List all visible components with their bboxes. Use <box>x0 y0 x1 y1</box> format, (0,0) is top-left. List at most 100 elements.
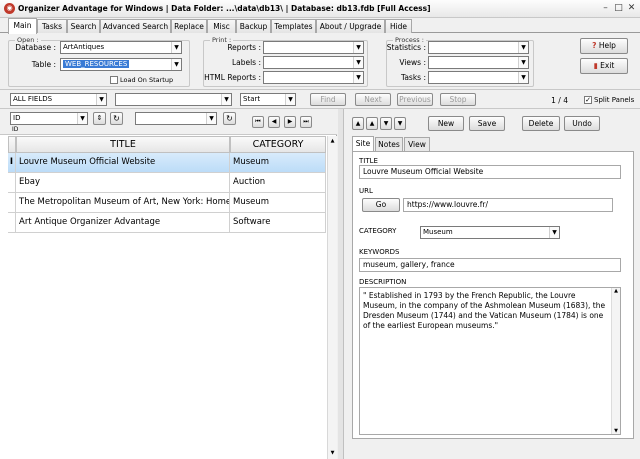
table-row[interactable]: I Louvre Museum Official Website Museum <box>8 153 326 173</box>
category-cell[interactable]: Software <box>230 213 326 233</box>
sort-sub-label: ID <box>12 126 19 133</box>
move-down-button[interactable]: ▼ <box>380 117 392 130</box>
category-cell[interactable]: Museum <box>230 193 326 213</box>
category-cell[interactable]: Museum <box>230 153 326 173</box>
keywords-field[interactable]: museum, gallery, france <box>359 258 621 272</box>
sort-order-button[interactable]: ⇕ <box>93 112 106 125</box>
move-last-button[interactable]: ▼ <box>394 117 406 130</box>
table-label: Table : <box>31 60 56 69</box>
url-field[interactable]: https://www.louvre.fr/ <box>403 198 613 212</box>
tab-tasks[interactable]: Tasks <box>37 19 67 33</box>
tab-site[interactable]: Site <box>352 136 374 151</box>
new-record-button[interactable]: New <box>428 116 464 131</box>
refresh-filter-button[interactable]: ↻ <box>223 112 236 125</box>
grid-scrollbar[interactable]: ▲ ▼ <box>327 136 337 459</box>
search-mode-select[interactable]: Start ▼ <box>240 93 296 106</box>
category-cell[interactable]: Auction <box>230 173 326 193</box>
category-select[interactable]: Museum ▼ <box>420 226 560 239</box>
search-bar: ALL FIELDS ▼ ▼ Start ▼ Find Next Previous … <box>0 91 640 109</box>
help-button[interactable]: ? Help <box>580 38 628 54</box>
refresh-sort-button[interactable]: ↻ <box>110 112 123 125</box>
title-bar: ◉ Organizer Advantage for Windows | Data… <box>0 0 640 18</box>
maximize-button[interactable]: □ <box>613 2 624 15</box>
previous-record-button[interactable]: ◀ <box>268 116 280 128</box>
split-panels-label: Split Panels <box>594 96 635 104</box>
tab-replace[interactable]: Replace <box>171 19 207 33</box>
delete-button[interactable]: Delete <box>522 116 560 131</box>
exit-button[interactable]: ▮ Exit <box>580 58 628 74</box>
first-record-button[interactable]: ⏮ <box>252 116 264 128</box>
filter-select[interactable]: ▼ <box>135 112 217 125</box>
scroll-up-icon[interactable]: ▲ <box>328 136 337 146</box>
chevron-down-icon: ▼ <box>549 227 559 238</box>
tab-main[interactable]: Main <box>8 18 37 34</box>
save-button[interactable]: Save <box>469 116 505 131</box>
last-record-button[interactable]: ⏭ <box>300 116 312 128</box>
arrow-down-icon: ▼ <box>383 120 389 127</box>
table-row[interactable]: Art Antique Organizer Advantage Software <box>8 213 326 233</box>
help-icon: ? <box>592 41 597 50</box>
next-record-button[interactable]: ▶ <box>284 116 296 128</box>
skip-first-icon: ⏮ <box>255 118 261 125</box>
close-button[interactable]: ✕ <box>626 2 637 15</box>
description-text: " Established in 1793 by the French Repu… <box>363 291 606 330</box>
scroll-down-icon[interactable]: ▼ <box>612 428 620 434</box>
scroll-up-icon[interactable]: ▲ <box>612 288 620 294</box>
tab-view[interactable]: View <box>404 137 430 151</box>
search-text-input[interactable]: ▼ <box>115 93 232 106</box>
chevron-down-icon: ▼ <box>353 57 363 68</box>
chevron-down-icon: ▼ <box>353 72 363 83</box>
title-cell[interactable]: Art Antique Organizer Advantage <box>16 213 230 233</box>
main-tab-bar: Main Tasks Search Advanced Search Replac… <box>0 18 640 34</box>
move-up-button[interactable]: ▲ <box>366 117 378 130</box>
table-row[interactable]: Ebay Auction <box>8 173 326 193</box>
title-cell[interactable]: Ebay <box>16 173 230 193</box>
tab-search[interactable]: Search <box>67 19 100 33</box>
load-on-startup-checkbox[interactable] <box>110 76 118 84</box>
tab-notes[interactable]: Notes <box>375 137 403 151</box>
title-column-header[interactable]: TITLE <box>16 136 230 153</box>
refresh-icon: ↻ <box>113 114 120 123</box>
tab-about-upgrade[interactable]: About / Upgrade <box>316 19 385 33</box>
title-cell[interactable]: The Metropolitan Museum of Art, New York… <box>16 193 230 213</box>
chevron-down-icon: ▼ <box>206 113 216 124</box>
tab-templates[interactable]: Templates <box>271 19 316 33</box>
search-field-select[interactable]: ALL FIELDS ▼ <box>10 93 107 106</box>
previous-button[interactable]: Previous <box>397 93 433 106</box>
database-select[interactable]: ArtAntiques ▼ <box>60 41 182 54</box>
description-scrollbar[interactable]: ▲ ▼ <box>611 288 620 434</box>
find-button[interactable]: Find <box>310 93 346 106</box>
tab-misc[interactable]: Misc <box>207 19 236 33</box>
description-textarea[interactable]: " Established in 1793 by the French Repu… <box>359 287 621 435</box>
sort-controls: ID ▼ ID ⇕ ↻ ▼ ↻ ⏮ ◀ ▶ ⏭ <box>0 109 337 135</box>
row-indicator <box>8 173 16 193</box>
split-panel-divider[interactable] <box>338 109 344 459</box>
sort-field-select[interactable]: ID ▼ <box>10 112 88 125</box>
views-select[interactable]: ▼ <box>428 56 529 69</box>
table-row[interactable]: The Metropolitan Museum of Art, New York… <box>8 193 326 213</box>
stop-button[interactable]: Stop <box>440 93 476 106</box>
title-field[interactable]: Louvre Museum Official Website <box>359 165 621 179</box>
title-cell[interactable]: Louvre Museum Official Website <box>16 153 230 173</box>
scroll-down-icon[interactable]: ▼ <box>328 448 337 458</box>
table-select[interactable]: WEB_RESOURCES ▼ <box>60 58 182 71</box>
undo-button[interactable]: Undo <box>564 116 600 131</box>
chevron-down-icon: ▼ <box>518 42 528 53</box>
record-detail-pane: ▲ ▲ ▼ ▼ New Save Delete Undo Site Notes … <box>345 109 640 459</box>
move-first-button[interactable]: ▲ <box>352 117 364 130</box>
reports-select[interactable]: ▼ <box>263 41 364 54</box>
sort-arrows-icon: ⇕ <box>96 114 103 122</box>
tab-advanced-search[interactable]: Advanced Search <box>100 19 171 33</box>
category-column-header[interactable]: CATEGORY <box>230 136 326 153</box>
tab-hide[interactable]: Hide <box>385 19 412 33</box>
split-panels-checkbox[interactable]: ✓ <box>584 96 592 104</box>
minimize-button[interactable]: – <box>600 2 611 15</box>
go-button[interactable]: Go <box>362 198 400 212</box>
labels-select[interactable]: ▼ <box>263 56 364 69</box>
html-reports-select[interactable]: ▼ <box>263 71 364 84</box>
row-indicator-header <box>8 136 16 153</box>
tab-backup[interactable]: Backup <box>236 19 271 33</box>
statistics-select[interactable]: ▼ <box>428 41 529 54</box>
tasks-select[interactable]: ▼ <box>428 71 529 84</box>
next-button[interactable]: Next <box>355 93 391 106</box>
